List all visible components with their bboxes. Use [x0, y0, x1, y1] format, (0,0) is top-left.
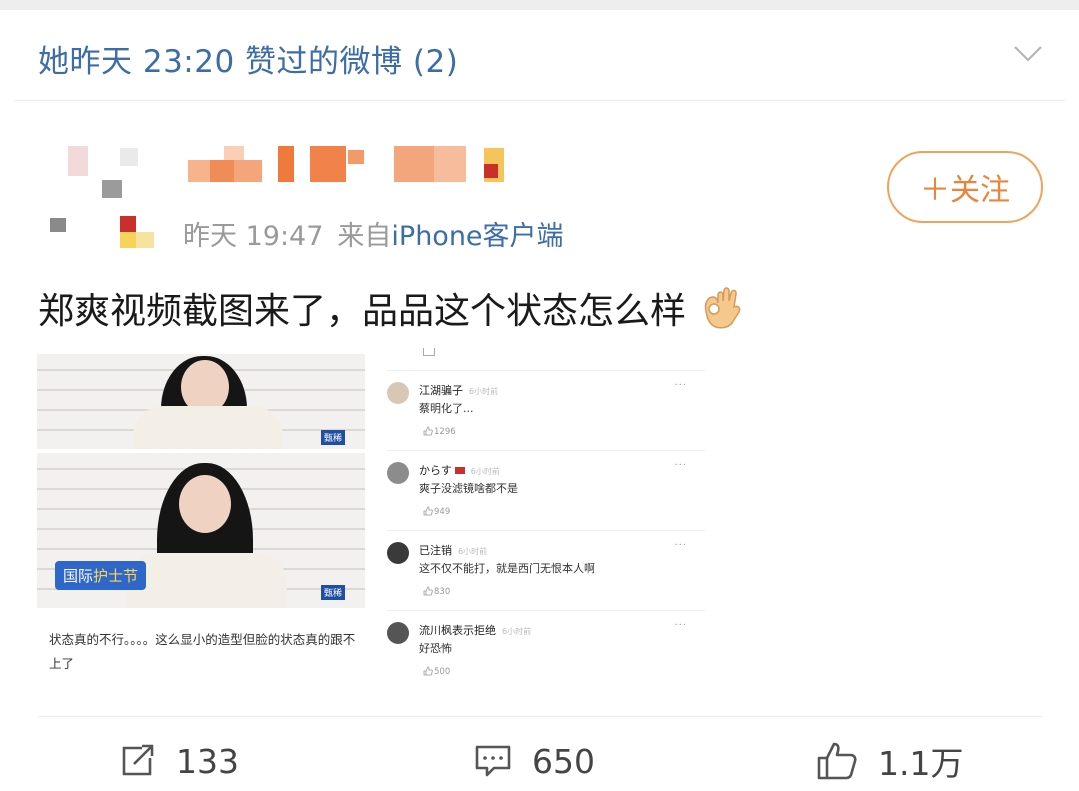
follow-button[interactable]: ＋关注: [887, 151, 1043, 223]
post-meta: 昨天 19:47 来自iPhone客户端: [183, 214, 564, 253]
source-client[interactable]: iPhone客户端: [391, 221, 563, 252]
like-count: 1.1万: [878, 744, 964, 783]
thumbs-up-icon: [423, 426, 433, 436]
thumbs-up-icon: [423, 666, 433, 676]
header-divider: [14, 100, 1065, 101]
thumbs-up-icon: [817, 742, 857, 780]
ok-hand-emoji-icon: [704, 287, 741, 329]
avatar: [387, 622, 409, 644]
comment-count: 650: [532, 741, 595, 781]
post-image[interactable]: 甄稀 国际护士节 甄稀 状态真的不行。。。。这么显小的造型但脸的状态真的跟不上了…: [37, 348, 705, 690]
caption-text: 状态真的不行。。。。这么显小的造型但脸的状态真的跟不上了: [49, 632, 356, 671]
username-redacted[interactable]: [188, 146, 518, 188]
repost-icon: [122, 744, 154, 776]
top-bar: [0, 0, 1079, 10]
avatar[interactable]: [40, 140, 160, 250]
avatar: [387, 462, 409, 484]
comment-screenshot: 江湖骗子 6小时前 ··· 蔡明化了... 1296 からす 6小时前 ··· 爽子…: [387, 348, 705, 690]
post-time: 昨天 19:47: [183, 221, 324, 252]
image-caption: 状态真的不行。。。。这么显小的造型但脸的状态真的跟不上了: [37, 614, 365, 690]
list-item: からす 6小时前 ··· 爽子没滤镜啥都不是 949: [387, 460, 705, 540]
repost-button[interactable]: 133: [120, 738, 239, 784]
video-screenshot-top: 甄稀: [37, 354, 365, 449]
list-item: 江湖骗子 6小时前 ··· 蔡明化了... 1296: [387, 380, 705, 460]
section-title: 她昨天 23:20 赞过的微博 (2): [38, 44, 459, 80]
repost-count: 133: [176, 741, 239, 781]
avatar: [387, 542, 409, 564]
thumbs-up-icon: [423, 506, 433, 516]
nurse-day-tag: 国际护士节: [55, 561, 147, 590]
comment-button[interactable]: 650: [474, 738, 595, 784]
comment-icon: [475, 745, 511, 777]
chevron-down-icon[interactable]: [1013, 44, 1043, 64]
liked-section-header[interactable]: 她昨天 23:20 赞过的微博 (2): [0, 10, 1079, 100]
avatar: [387, 382, 409, 404]
post-text-content: 郑爽视频截图来了，品品这个状态怎么样: [38, 291, 687, 332]
like-button[interactable]: 1.1万: [816, 738, 963, 784]
post-text: 郑爽视频截图来了，品品这个状态怎么样: [38, 282, 744, 334]
thumbs-up-icon: [423, 586, 433, 596]
video-screenshot-bottom: 国际护士节 甄稀: [37, 453, 365, 608]
footer-divider: [38, 716, 1043, 717]
list-item: 已注销 6小时前 ··· 这不仅不能打，就是西门无恨本人啊 830: [387, 540, 705, 620]
source-prefix: 来自: [337, 221, 392, 252]
list-item: 流川枫表示拒绝 6小时前 ··· 好恐怖 500: [387, 620, 705, 700]
